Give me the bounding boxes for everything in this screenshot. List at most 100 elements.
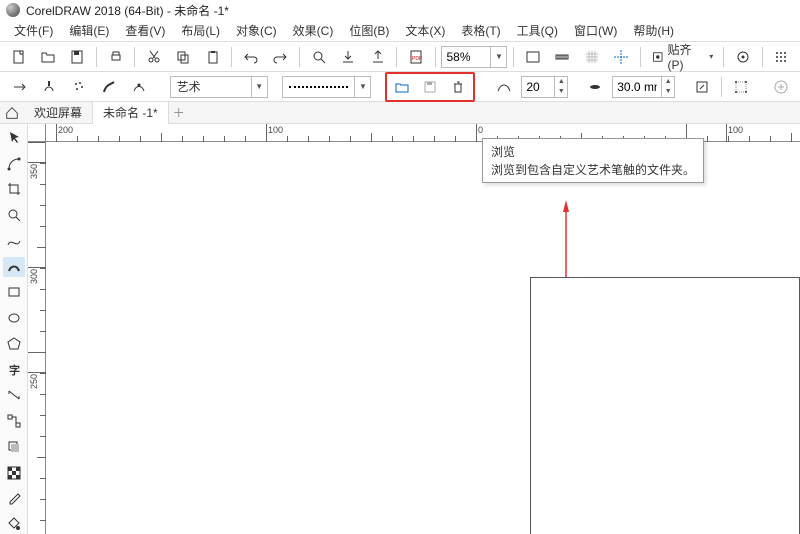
options-button[interactable] [730, 45, 755, 69]
menu-file[interactable]: 文件(F) [6, 19, 61, 42]
spin-up[interactable]: ▲ [662, 77, 674, 87]
freehand-smoothing-icon [491, 75, 517, 99]
eyedropper-tool[interactable] [3, 489, 25, 509]
standard-toolbar: PDF ▼ 贴齐(P) ▾ [0, 42, 800, 72]
app-logo-icon [6, 3, 20, 17]
spin-down[interactable]: ▼ [662, 87, 674, 97]
document-tabbar: 欢迎屏幕 未命名 -1* ＋ [0, 102, 800, 124]
home-tab-icon[interactable] [0, 106, 24, 120]
titlebar: CorelDRAW 2018 (64-Bit) - 未命名 -1* [0, 0, 800, 20]
export-button[interactable] [365, 45, 390, 69]
menu-object[interactable]: 对象(C) [228, 19, 285, 42]
ellipse-tool[interactable] [3, 308, 25, 328]
zoom-input[interactable] [442, 50, 490, 64]
menu-tools[interactable]: 工具(Q) [509, 19, 566, 42]
snap-label: 贴齐(P) [667, 41, 706, 72]
menu-help[interactable]: 帮助(H) [625, 19, 682, 42]
zoom-level[interactable]: ▼ [441, 46, 507, 68]
print-button[interactable] [103, 45, 128, 69]
brush-category-dropdown[interactable]: 艺术 ▼ [170, 76, 268, 98]
freehand-tool[interactable] [3, 231, 25, 251]
show-grid-button[interactable] [579, 45, 604, 69]
stroke-width-spinner[interactable]: ▲▼ [612, 76, 675, 98]
tab-welcome[interactable]: 欢迎屏幕 [24, 101, 93, 124]
scale-stroke-button[interactable] [689, 75, 715, 99]
rectangle-tool[interactable] [3, 283, 25, 303]
search-content-button[interactable] [306, 45, 331, 69]
chevron-down-icon: ▾ [709, 52, 713, 61]
crop-tool[interactable] [3, 180, 25, 200]
shape-tool[interactable] [3, 154, 25, 174]
separator [299, 47, 300, 67]
undo-button[interactable] [238, 45, 263, 69]
open-button[interactable] [35, 45, 60, 69]
snap-to-button[interactable]: 贴齐(P) ▾ [647, 46, 717, 68]
brush-category-value: 艺术 [171, 78, 251, 95]
text-tool[interactable]: 字 [3, 360, 25, 380]
spin-up[interactable]: ▲ [555, 77, 567, 87]
smoothing-spinner[interactable]: ▲▼ [521, 76, 568, 98]
separator [721, 77, 722, 97]
menu-text[interactable]: 文本(X) [397, 19, 453, 42]
menu-edit[interactable]: 编辑(E) [61, 19, 117, 42]
mode-preset-button[interactable] [6, 75, 32, 99]
stroke-preview-dropdown[interactable]: ▼ [282, 76, 372, 98]
import-button[interactable] [335, 45, 360, 69]
zoom-dropdown-icon[interactable]: ▼ [490, 47, 506, 67]
mode-pressure-button[interactable] [126, 75, 152, 99]
artistic-media-tool[interactable] [3, 257, 25, 277]
smoothing-input[interactable] [521, 76, 555, 98]
new-tab-button[interactable]: ＋ [169, 104, 189, 121]
publish-pdf-button[interactable]: PDF [403, 45, 428, 69]
menu-view[interactable]: 查看(V) [117, 19, 173, 42]
canvas-area: 2001000100 350300250 浏览 浏览到包含自定义艺术笔触的文件夹… [28, 124, 800, 534]
mode-calligraphic-button[interactable] [96, 75, 122, 99]
vertical-ruler[interactable]: 350300250 [28, 142, 46, 534]
menu-window[interactable]: 窗口(W) [566, 19, 625, 42]
app-launcher-button[interactable] [769, 45, 794, 69]
transparency-tool[interactable] [3, 463, 25, 483]
separator [396, 47, 397, 67]
interactive-fill-tool[interactable] [3, 514, 25, 534]
tab-document[interactable]: 未命名 -1* [93, 101, 169, 125]
spin-down[interactable]: ▼ [555, 87, 567, 97]
svg-text:字: 字 [9, 363, 20, 377]
page-boundary [530, 277, 800, 534]
ruler-origin[interactable] [28, 124, 46, 142]
tooltip-title: 浏览 [491, 143, 695, 160]
connector-tool[interactable] [3, 411, 25, 431]
menu-layout[interactable]: 布局(L) [173, 19, 228, 42]
show-rulers-button[interactable] [550, 45, 575, 69]
redo-button[interactable] [268, 45, 293, 69]
menubar: 文件(F) 编辑(E) 查看(V) 布局(L) 对象(C) 效果(C) 位图(B… [0, 20, 800, 42]
pick-tool[interactable] [3, 128, 25, 148]
browse-button[interactable] [389, 75, 415, 99]
drawing-canvas[interactable]: 浏览 浏览到包含自定义艺术笔触的文件夹。 [46, 142, 800, 534]
zoom-tool[interactable] [3, 205, 25, 225]
menu-effects[interactable]: 效果(C) [285, 19, 342, 42]
mode-sprayer-button[interactable] [66, 75, 92, 99]
parallel-dimension-tool[interactable] [3, 386, 25, 406]
property-bar: 艺术 ▼ ▼ ▲▼ ▲▼ [0, 72, 800, 102]
drop-shadow-tool[interactable] [3, 437, 25, 457]
save-button[interactable] [65, 45, 90, 69]
add-preset-button[interactable] [768, 75, 794, 99]
tooltip-body: 浏览到包含自定义艺术笔触的文件夹。 [491, 161, 695, 178]
separator [435, 47, 436, 67]
show-guides-button[interactable] [609, 45, 634, 69]
polygon-tool[interactable] [3, 334, 25, 354]
chevron-down-icon[interactable]: ▼ [354, 77, 370, 97]
cut-button[interactable] [141, 45, 166, 69]
menu-bitmap[interactable]: 位图(B) [341, 19, 397, 42]
new-button[interactable] [6, 45, 31, 69]
menu-table[interactable]: 表格(T) [453, 19, 508, 42]
delete-brush-button[interactable] [445, 75, 471, 99]
fullscreen-preview-button[interactable] [520, 45, 545, 69]
stroke-width-input[interactable] [612, 76, 662, 98]
paste-button[interactable] [200, 45, 225, 69]
mode-brush-button[interactable] [36, 75, 62, 99]
copy-button[interactable] [171, 45, 196, 69]
bounding-box-button[interactable] [728, 75, 754, 99]
save-brush-button[interactable] [417, 75, 443, 99]
chevron-down-icon[interactable]: ▼ [251, 77, 267, 97]
